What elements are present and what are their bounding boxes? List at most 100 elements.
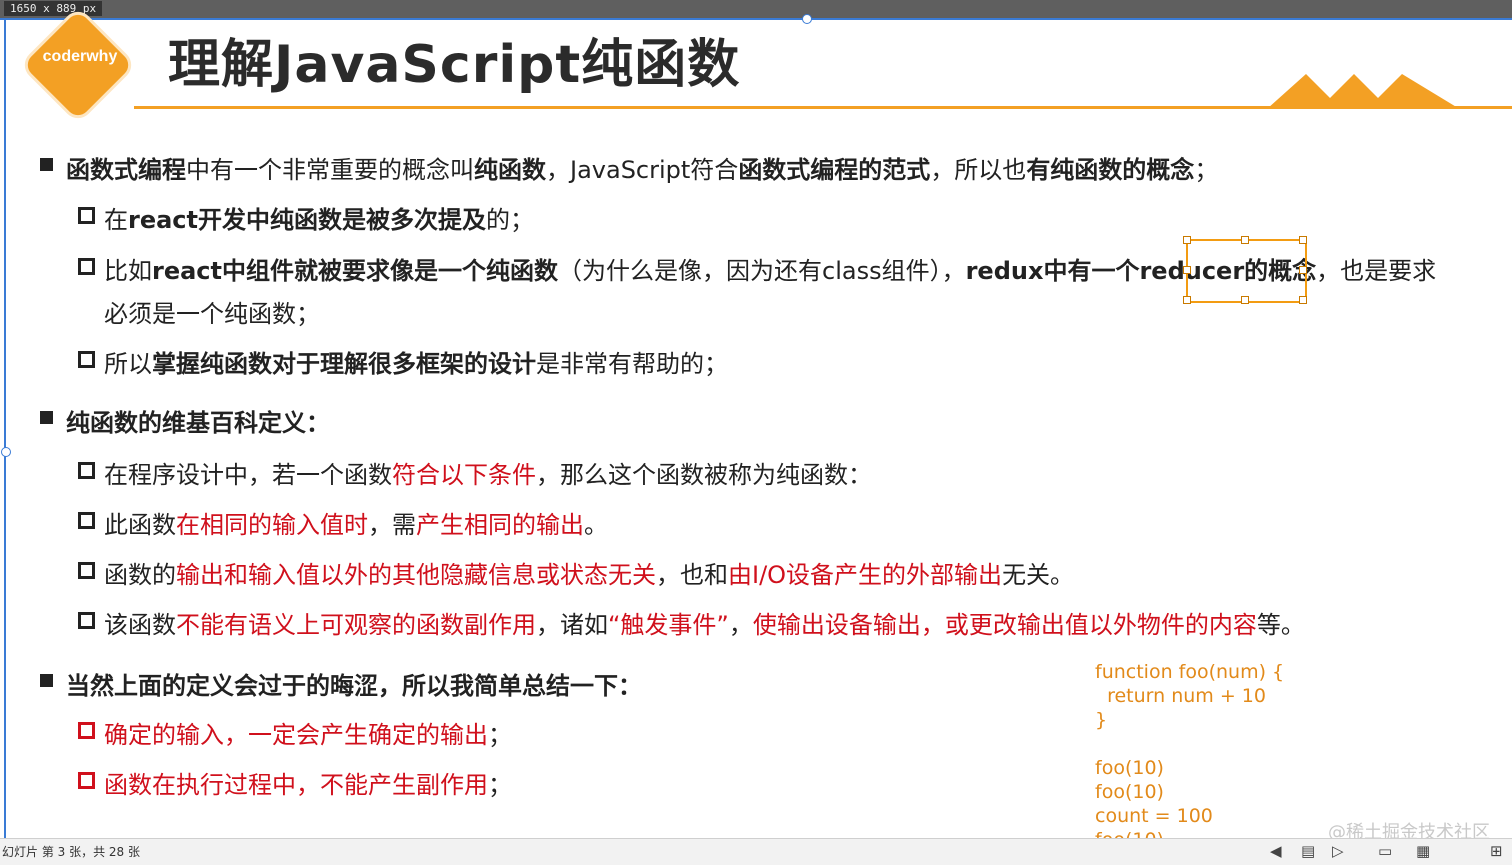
text-segment: ， [728, 611, 753, 639]
bullet-square-icon [40, 674, 53, 687]
resize-handle[interactable] [1183, 236, 1191, 244]
text-segment: ，也是要求 [1316, 257, 1437, 285]
text-segment: ，JavaScript符合 [546, 156, 739, 184]
code-line: count = 100 [1095, 805, 1213, 827]
section3-item-deterministic: 确定的输入，一定会产生确定的输出； [104, 715, 512, 750]
text-segment: ，诸如 [536, 611, 608, 639]
bullet-hollow-square-icon [78, 612, 95, 629]
section1-paragraph: 函数式编程中有一个非常重要的概念叫纯函数，JavaScript符合函数式编程的范… [66, 150, 1218, 185]
text-segment: 符合以下条件 [392, 461, 536, 489]
bullet-hollow-square-icon [78, 512, 95, 529]
bullet-hollow-square-red-icon [78, 772, 95, 789]
notes-view-icon[interactable]: ▤ [1301, 842, 1315, 860]
resize-handle[interactable] [1241, 296, 1249, 304]
text-segment: 确定的输入，一定会产生确定的输出 [104, 721, 488, 749]
text-segment: 产生相同的输出 [416, 511, 584, 539]
bullet-hollow-square-icon [78, 207, 95, 224]
section3-heading: 当然上面的定义会过于的晦涩，所以我简单总结一下： [66, 672, 642, 700]
code-line: } [1095, 709, 1108, 731]
text-segment: ； [1194, 156, 1219, 184]
text-segment: 比如 [104, 257, 152, 285]
text-segment: 在相同的输入值时 [176, 511, 368, 539]
bullet-hollow-square-icon [78, 562, 95, 579]
bullet-hollow-square-icon [78, 462, 95, 479]
status-bar: 幻灯片 第 3 张，共 28 张 ◀ ▤ ▷ ▭ ▦ ⊞ [0, 838, 1512, 865]
text-segment: 的； [486, 206, 535, 234]
text-segment: ，需 [368, 511, 416, 539]
resize-handle[interactable] [1299, 236, 1307, 244]
resize-handle[interactable] [1299, 296, 1307, 304]
resize-handle[interactable] [1241, 236, 1249, 244]
section1-item-components-cont: 必须是一个纯函数； [104, 300, 320, 328]
text-segment: ，所以也 [930, 156, 1027, 184]
code-snippet: function foo(num) { return num + 10} foo… [1095, 660, 1284, 852]
text-segment: 输出和输入值以外的其他隐藏信息或状态无关 [176, 561, 656, 589]
bullet-hollow-square-icon [78, 258, 95, 275]
section1-item-frameworks: 所以掌握纯函数对于理解很多框架的设计是非常有帮助的； [104, 344, 728, 379]
text-segment: ； [488, 721, 512, 749]
text-segment: （为什么是像，因为还有class组件）， [558, 257, 966, 285]
text-segment: 函数的 [104, 561, 176, 589]
slide-resize-handle-top[interactable] [802, 14, 812, 24]
resize-handle[interactable] [1183, 296, 1191, 304]
text-segment: 由I/O设备产生的外部输出 [728, 561, 1003, 589]
logo-text: coderwhy [42, 48, 118, 65]
text-segment: “触发事件” [608, 611, 729, 639]
slide-resize-handle-left[interactable] [1, 447, 11, 457]
slide-selection-left-edge [4, 18, 6, 838]
mountain-decoration-icon [1268, 74, 1458, 108]
text-segment: 该函数 [104, 611, 176, 639]
code-line: foo(10) [1095, 781, 1164, 803]
resize-handle[interactable] [1299, 266, 1307, 274]
text-segment: 无关。 [1002, 561, 1075, 589]
text-segment: 函数在执行过程中，不能产生副作用 [104, 771, 488, 799]
text-segment: 纯函数 [474, 156, 546, 184]
reading-view-icon[interactable]: ⊞ [1490, 842, 1503, 860]
code-line: foo(10) [1095, 757, 1164, 779]
text-segment: react中组件就被要求像是一个纯函数 [152, 257, 559, 285]
text-segment: 在 [104, 206, 128, 234]
selected-shape-box[interactable] [1186, 239, 1307, 303]
text-segment: 等。 [1256, 611, 1305, 639]
bullet-square-icon [40, 411, 53, 424]
section2-heading: 纯函数的维基百科定义： [66, 409, 330, 437]
text-segment: 。 [584, 511, 608, 539]
bullet-square-icon [40, 158, 53, 171]
text-segment: 所以 [104, 350, 152, 378]
slide-selection-top-edge [0, 18, 1512, 20]
text-segment: ，也和 [656, 561, 728, 589]
text-segment: 不能有语义上可观察的函数副作用 [176, 611, 536, 639]
text-segment: ； [488, 771, 512, 799]
text-segment: 使输出设备输出，或更改输出值以外物件的内容 [752, 611, 1257, 639]
section2-item-conditions: 在程序设计中，若一个函数符合以下条件，那么这个函数被称为纯函数： [104, 455, 872, 490]
section2-item-side-effects: 该函数不能有语义上可观察的函数副作用，诸如“触发事件”，使输出设备输出，或更改输… [104, 605, 1305, 640]
section2-item-same-output: 此函数在相同的输入值时，需产生相同的输出。 [104, 505, 608, 540]
bullet-hollow-square-icon [78, 351, 95, 368]
play-slideshow-icon[interactable]: ▷ [1332, 842, 1344, 860]
slide-title: 理解JavaScript纯函数 [168, 35, 741, 95]
text-segment: 函数式编程 [66, 156, 186, 184]
section1-item-react: 在react开发中纯函数是被多次提及的； [104, 200, 534, 235]
window-top-bar: 1650 x 889 px [0, 0, 1512, 18]
text-segment: ，那么这个函数被称为纯函数： [536, 461, 872, 489]
text-segment: 掌握纯函数对于理解很多框架的设计 [152, 350, 536, 378]
code-line: function foo(num) { [1095, 661, 1285, 683]
code-line: return num + 10 [1095, 685, 1266, 707]
text-segment: 在程序设计中，若一个函数 [104, 461, 392, 489]
grid-view-icon[interactable]: ▦ [1416, 842, 1430, 860]
text-segment: 中有一个非常重要的概念叫 [186, 156, 474, 184]
text-segment: 此函数 [104, 511, 176, 539]
text-segment: react开发中纯函数是被多次提及 [128, 206, 487, 234]
text-segment: 函数式编程的范式 [738, 156, 931, 184]
section2-item-io: 函数的输出和输入值以外的其他隐藏信息或状态无关，也和由I/O设备产生的外部输出无… [104, 555, 1074, 590]
prev-slide-icon[interactable]: ◀ [1270, 842, 1282, 860]
section3-item-no-side-effects: 函数在执行过程中，不能产生副作用； [104, 765, 512, 800]
dimensions-label: 1650 x 889 px [4, 1, 103, 16]
bullet-hollow-square-red-icon [78, 722, 95, 739]
normal-view-icon[interactable]: ▭ [1378, 842, 1392, 860]
text-segment: 有纯函数的概念 [1026, 156, 1195, 184]
slide-count-status: 幻灯片 第 3 张，共 28 张 [2, 845, 140, 859]
resize-handle[interactable] [1183, 266, 1191, 274]
text-segment: 是非常有帮助的； [536, 350, 728, 378]
